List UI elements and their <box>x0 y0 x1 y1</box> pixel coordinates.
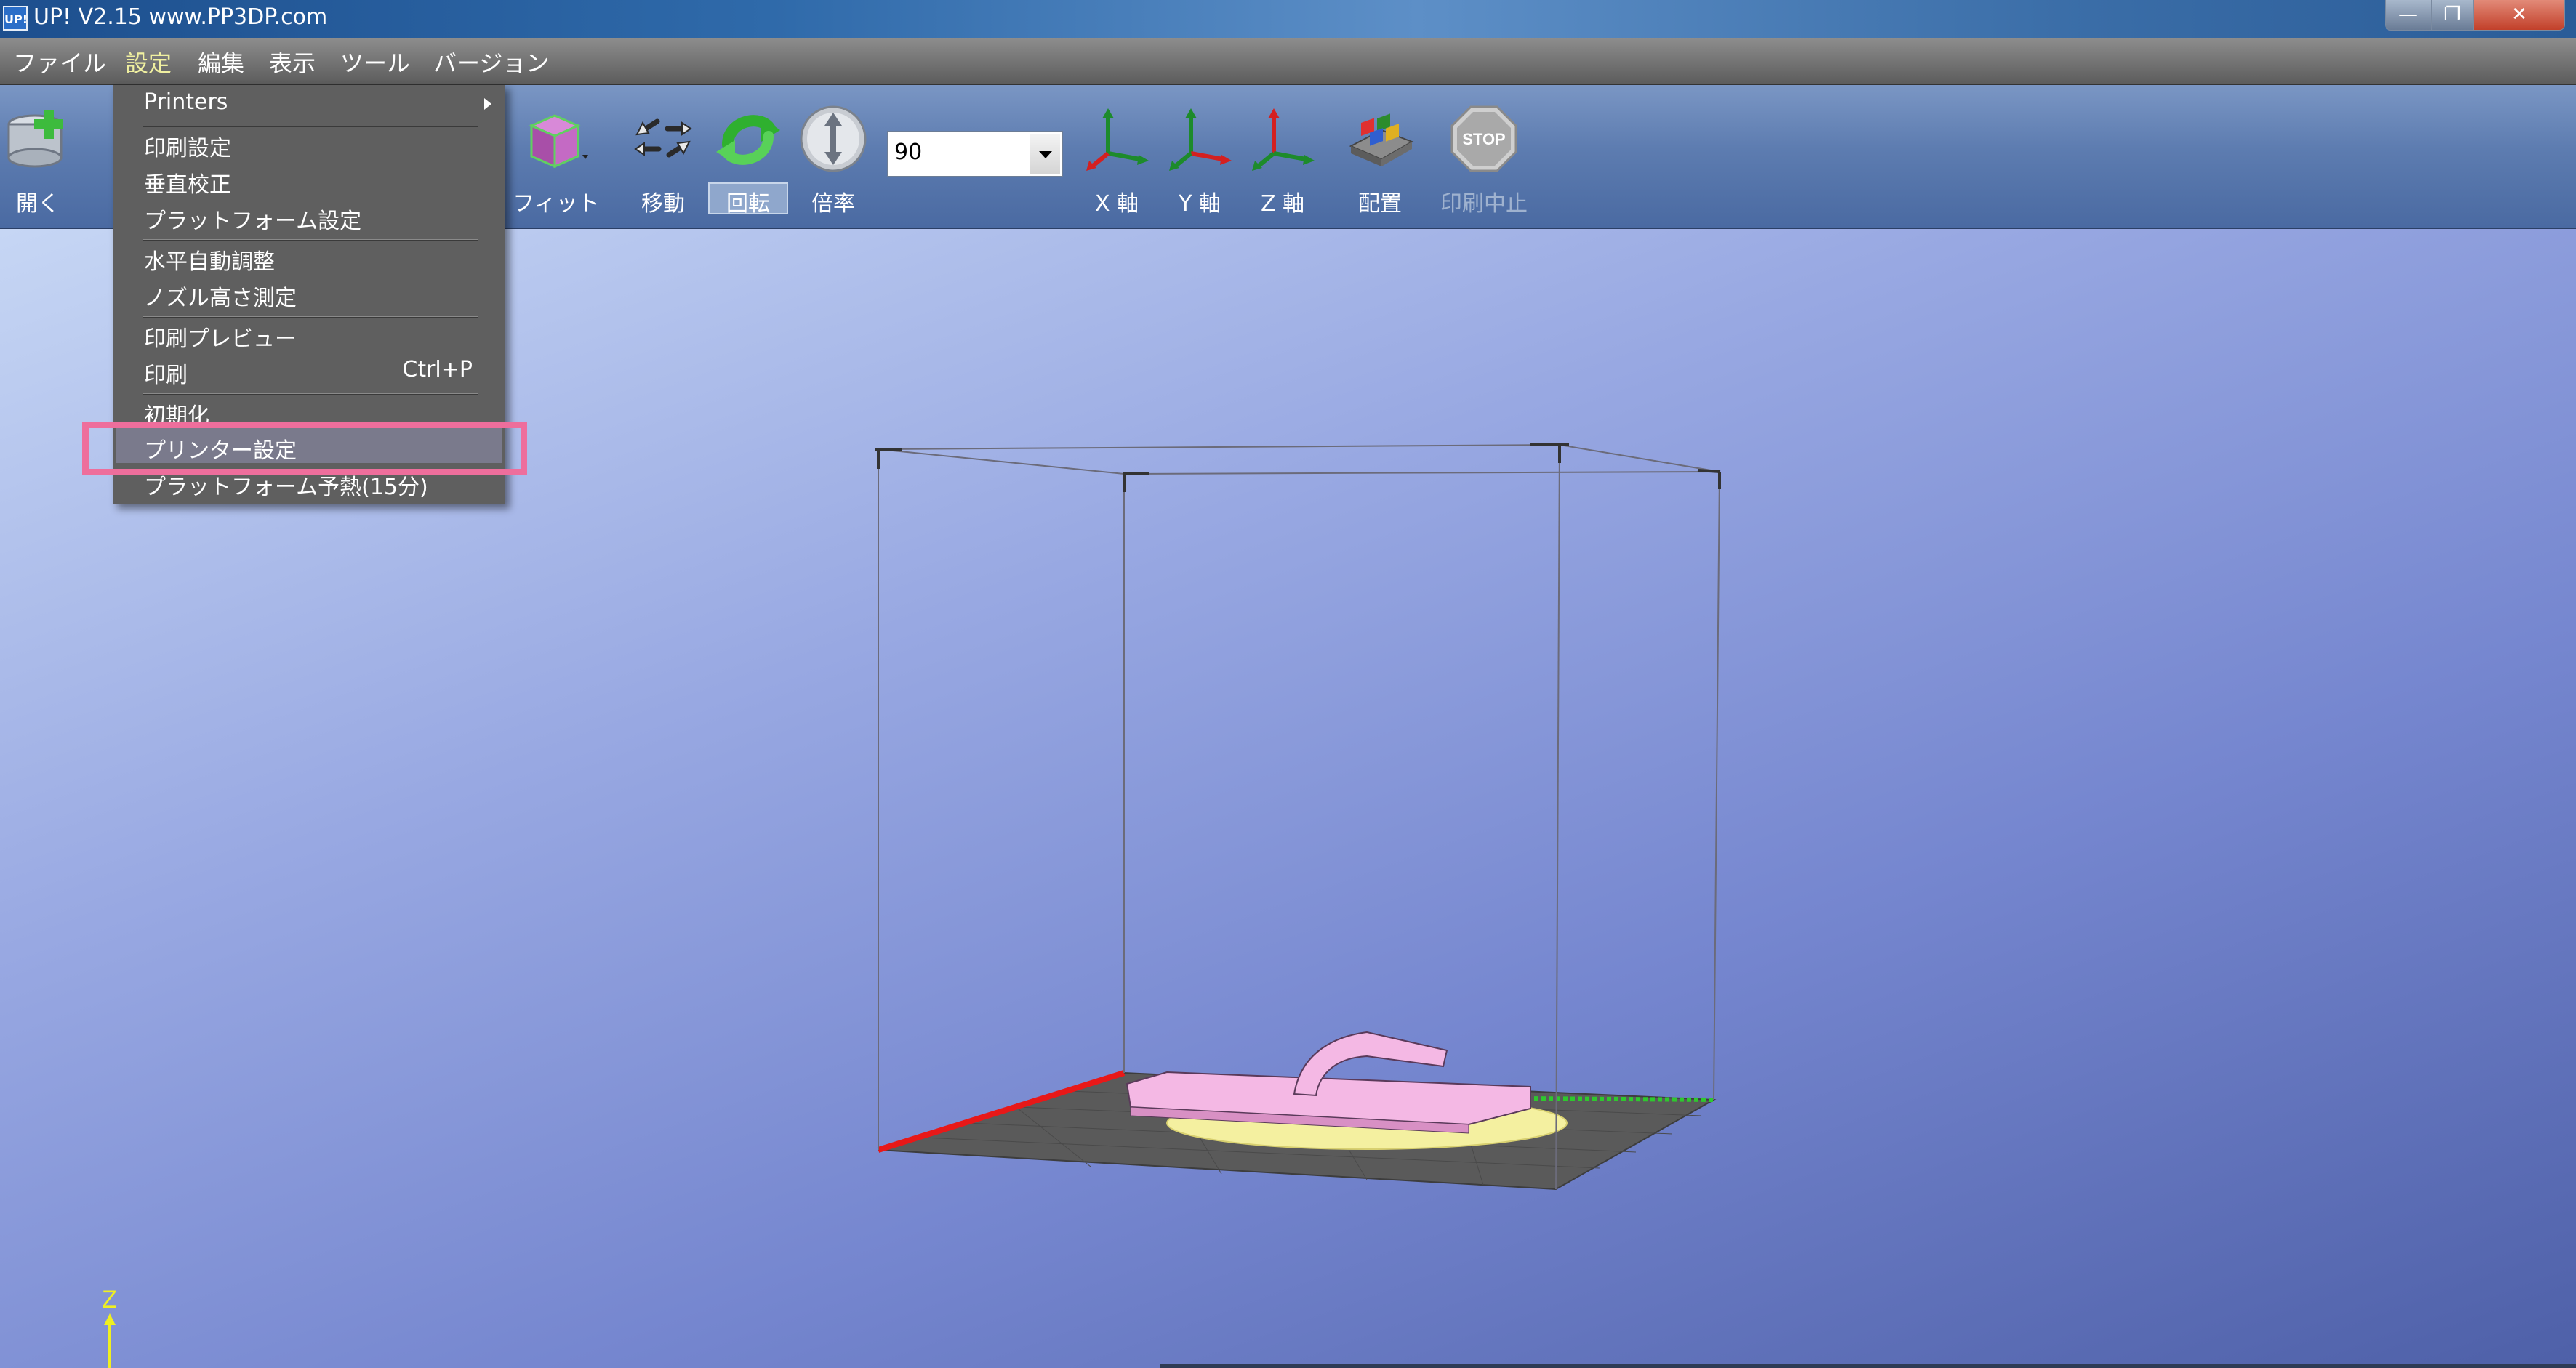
menu-item-print-preview[interactable]: 印刷プレビュー <box>144 321 297 353</box>
app-icon: UP! <box>3 6 28 31</box>
x-axis-label: X 軸 <box>1094 191 1139 217</box>
menu-edit[interactable]: 編集 <box>198 45 244 79</box>
chevron-down-icon[interactable] <box>1030 134 1060 174</box>
z-axis-indicator-label: Z <box>102 1286 117 1313</box>
menu-item-platform-settings[interactable]: プラットフォーム設定 <box>144 203 361 235</box>
menu-separator <box>143 316 478 318</box>
scale-combobox[interactable]: 90 <box>887 131 1063 177</box>
annotation-highlight-box <box>82 422 527 475</box>
frame-corner-marks <box>875 443 1721 492</box>
stop-print-button[interactable]: STOP 印刷中止 <box>1437 97 1531 220</box>
move-arrows-icon <box>634 118 692 158</box>
menu-file[interactable]: ファイル <box>13 45 106 79</box>
z-axis-button[interactable]: Z 軸 <box>1246 97 1319 220</box>
fit-label: フィット <box>513 191 600 217</box>
menu-separator <box>143 393 478 395</box>
menu-item-print[interactable]: 印刷 <box>144 357 188 389</box>
menu-item-vertical-calibration[interactable]: 垂直校正 <box>144 166 231 198</box>
menu-item-print-settings[interactable]: 印刷設定 <box>144 130 231 162</box>
scale-button[interactable]: 倍率 <box>797 97 870 220</box>
place-blocks-icon <box>1349 113 1414 166</box>
menu-tools[interactable]: ツール <box>340 45 410 79</box>
move-button[interactable]: 移動 <box>627 97 699 220</box>
status-strip <box>1160 1364 2576 1368</box>
menu-separator <box>143 239 478 241</box>
stop-print-label: 印刷中止 <box>1440 191 1528 217</box>
open-file-icon <box>7 110 63 168</box>
print-shortcut: Ctrl+P <box>402 357 473 382</box>
submenu-arrow-icon <box>484 98 491 110</box>
menu-view[interactable]: 表示 <box>269 45 316 79</box>
rotate-button[interactable]: 回転 <box>708 97 788 220</box>
rotate-arrows-icon <box>716 115 780 165</box>
menu-item-nozzle-height[interactable]: ノズル高さ測定 <box>144 280 297 312</box>
x-axis-button[interactable]: X 軸 <box>1080 97 1153 220</box>
menu-bar: ファイル 設定 編集 表示 ツール バージョン <box>0 38 2576 85</box>
menu-version[interactable]: バージョン <box>433 45 549 79</box>
fit-button[interactable]: フィット <box>509 97 603 220</box>
title-bar: UP! UP! V2.15 www.PP3DP.com — ❐ ✕ <box>0 0 2576 38</box>
move-label: 移動 <box>641 191 685 217</box>
menu-separator <box>143 126 478 127</box>
window-title: UP! V2.15 www.PP3DP.com <box>33 4 328 30</box>
menu-item-auto-level[interactable]: 水平自動調整 <box>144 244 275 275</box>
place-button[interactable]: 配置 <box>1344 97 1416 220</box>
menu-item-printers[interactable]: Printers <box>144 89 228 115</box>
scale-label: 倍率 <box>811 191 855 217</box>
menu-settings[interactable]: 設定 <box>125 45 172 79</box>
y-axis-icon <box>1169 108 1232 171</box>
stop-sign-text: STOP <box>1462 130 1506 148</box>
z-axis-icon <box>1252 108 1315 171</box>
open-label: 開く <box>16 191 60 217</box>
minimize-button[interactable]: — <box>2385 0 2431 31</box>
y-axis-button[interactable]: Y 軸 <box>1163 97 1236 220</box>
scale-icon <box>800 105 867 172</box>
maximize-button[interactable]: ❐ <box>2431 0 2473 31</box>
scale-value: 90 <box>894 140 923 165</box>
open-button[interactable]: 開く <box>0 97 76 220</box>
place-label: 配置 <box>1358 191 1402 217</box>
fit-cube-icon <box>529 114 588 169</box>
stop-sign-icon: STOP <box>1450 105 1517 172</box>
rotate-label: 回転 <box>726 191 770 217</box>
close-button[interactable]: ✕ <box>2473 0 2565 31</box>
z-axis-label: Z 軸 <box>1260 191 1305 217</box>
y-axis-label: Y 軸 <box>1179 191 1221 217</box>
x-axis-icon <box>1086 108 1149 171</box>
